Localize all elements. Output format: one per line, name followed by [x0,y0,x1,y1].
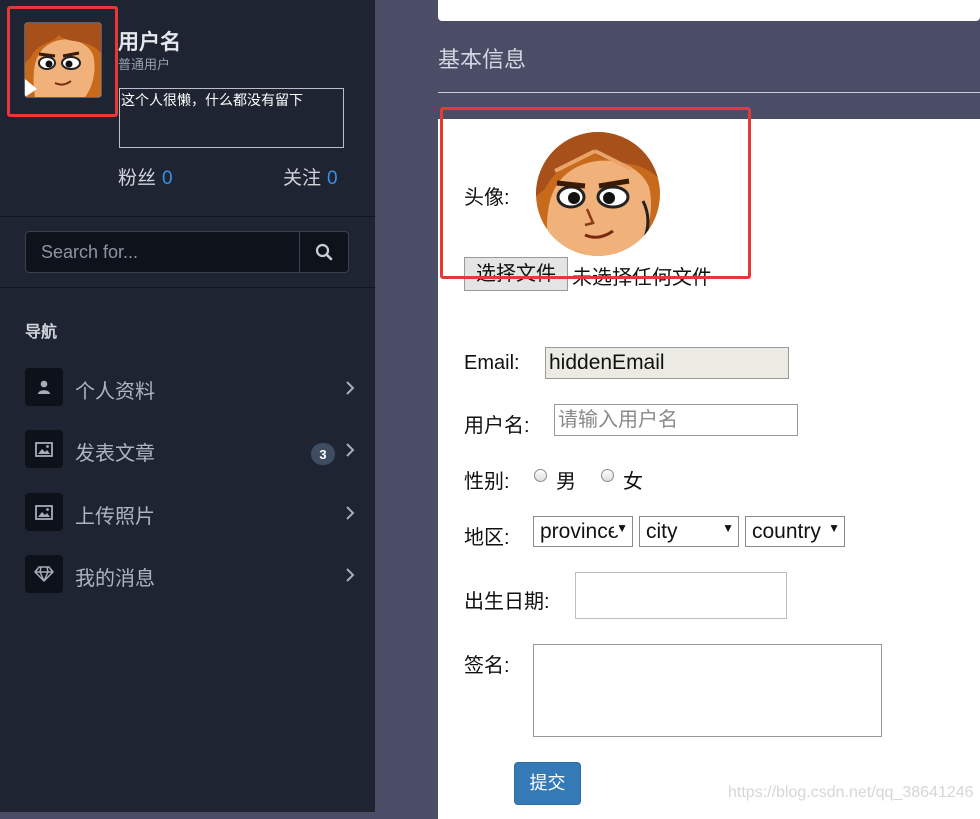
user-bio: 这个人很懒，什么都没有留下 [119,88,344,148]
nav-item-upload-photo[interactable]: 上传照片 [25,493,365,533]
gender-male-label: 男 [556,471,576,493]
email-field[interactable]: hiddenEmail [545,347,789,379]
dropdown-arrow-icon: ▼ [826,521,840,535]
count-badge: 3 [311,443,335,465]
user-role: 普通用户 [118,57,171,72]
country-select[interactable]: country ▼ [745,516,845,547]
avatar-highlight-box [7,6,118,117]
user-name: 用户名 [118,31,181,54]
search-button[interactable] [299,232,348,272]
submit-button[interactable]: 提交 [514,762,581,805]
province-select-value: province [540,520,620,543]
section-title: 基本信息 [438,47,527,72]
divider [0,216,375,217]
top-card [438,0,980,21]
nav-item-profile[interactable]: 个人资料 [25,368,365,408]
watermark: https://blog.csdn.net/qq_38641246 [728,784,974,801]
section-divider [438,92,980,93]
birthday-label: 出生日期: [464,591,550,613]
diamond-icon [25,555,63,593]
dropdown-arrow-icon: ▼ [720,521,734,535]
fans-label: 粉丝 [118,168,157,189]
region-label: 地区: [464,527,510,549]
nav-item-label: 我的消息 [75,568,155,590]
nav-item-label: 上传照片 [75,506,155,528]
fans-stat[interactable]: 粉丝 0 [118,163,173,190]
image-icon [25,430,63,468]
city-select[interactable]: city ▼ [639,516,739,547]
chevron-right-icon [346,506,355,520]
gender-female-radio[interactable] [601,469,614,482]
image-icon [25,493,63,531]
follow-count: 0 [327,168,338,189]
nav-item-messages[interactable]: 我的消息 [25,555,365,595]
divider [0,287,375,288]
sidebar: 用户名 普通用户 这个人很懒，什么都没有留下 粉丝 0 关注 0 Search fo… [0,0,375,812]
avatar-upload-highlight-box [440,107,751,279]
city-select-value: city [646,520,678,543]
email-label: Email: [464,352,520,374]
signature-label: 签名: [464,655,510,677]
search-input[interactable]: Search for... [41,242,138,263]
nav-heading: 导航 [25,324,58,341]
follow-label: 关注 [283,168,322,189]
search-box[interactable]: Search for... [25,231,349,273]
country-select-value: country [752,520,821,543]
signature-textarea[interactable] [533,644,882,737]
follow-stat[interactable]: 关注 0 [283,163,338,190]
nav-item-label: 发表文章 [75,443,155,465]
username-label: 用户名: [464,415,530,437]
province-select[interactable]: province ▼ [533,516,633,547]
chevron-right-icon [346,381,355,395]
nav-item-post-article[interactable]: 发表文章 3 [25,430,365,470]
chevron-right-icon [346,443,355,457]
search-icon [315,243,333,261]
dropdown-arrow-icon: ▼ [614,521,628,535]
birthday-input[interactable] [575,572,787,619]
gender-female-label: 女 [623,471,643,493]
gender-male-radio[interactable] [534,469,547,482]
nav-item-label: 个人资料 [75,381,155,403]
fans-count: 0 [162,168,173,189]
username-input[interactable]: 请输入用户名 [554,404,798,436]
chevron-right-icon [346,568,355,582]
user-icon [25,368,63,406]
gender-label: 性别: [464,471,510,493]
